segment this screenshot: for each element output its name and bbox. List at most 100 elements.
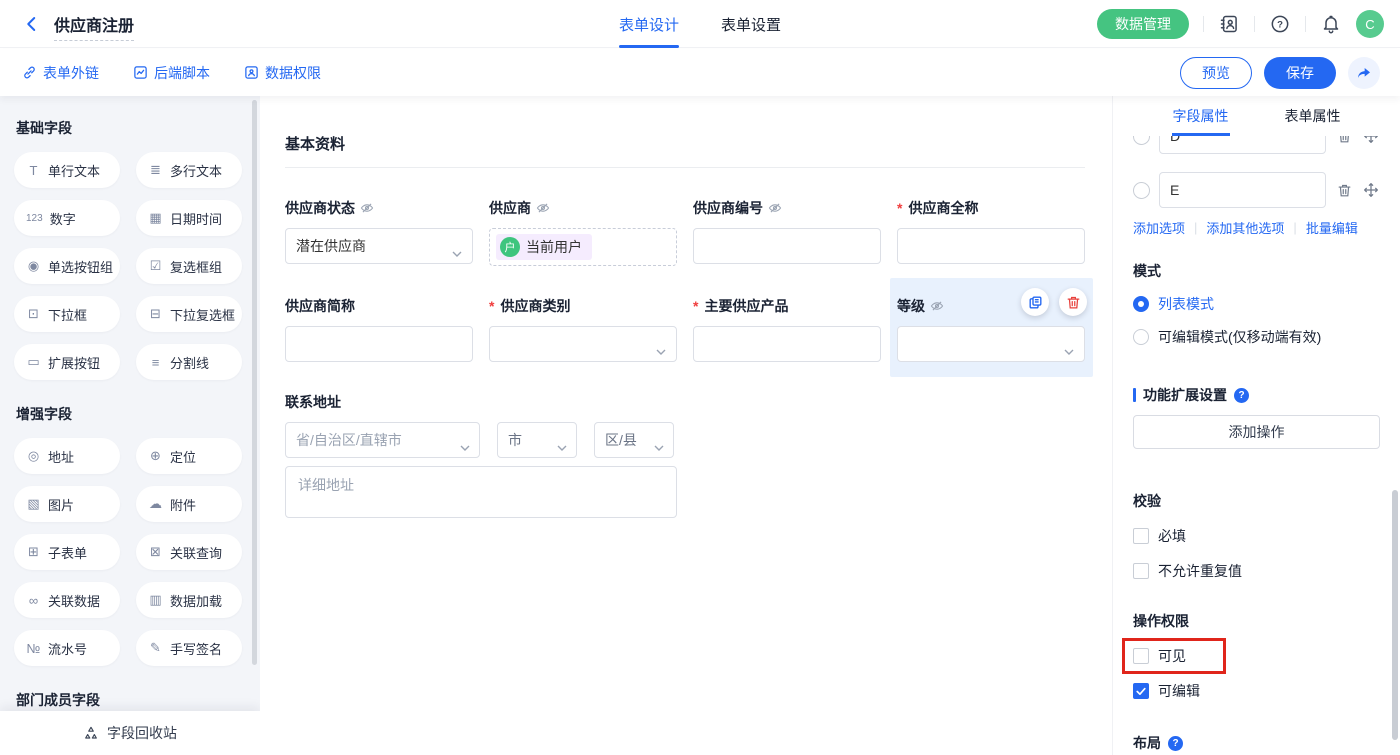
share-button[interactable] bbox=[1348, 57, 1380, 89]
save-button[interactable]: 保存 bbox=[1264, 57, 1336, 89]
help-badge-icon[interactable] bbox=[1168, 736, 1183, 751]
sidebar-item-subform[interactable]: ⊞子表单 bbox=[14, 534, 120, 570]
sidebar-item-linked-data[interactable]: ∞关联数据 bbox=[14, 582, 120, 618]
canvas-section-title[interactable]: 基本资料 bbox=[285, 133, 1085, 154]
field-supplier[interactable]: 供应商 户 当前用户 bbox=[489, 198, 677, 266]
sidebar-item-divider-line[interactable]: ≡分割线 bbox=[136, 344, 242, 380]
editable-checkbox[interactable]: 可编辑 bbox=[1133, 681, 1380, 701]
sidebar-item-dropdown[interactable]: ⊡下拉框 bbox=[14, 296, 120, 332]
svg-text:?: ? bbox=[1277, 20, 1283, 31]
field-supplier-code[interactable]: 供应商编号 bbox=[693, 198, 881, 266]
add-other-option-link[interactable]: 添加其他选项 bbox=[1206, 218, 1284, 237]
required-asterisk: * bbox=[693, 298, 698, 314]
sidebar-item-label: 地址 bbox=[48, 447, 74, 466]
properties-panel: 字段属性 表单属性 添加选项 | 添加其他选项 bbox=[1112, 96, 1400, 755]
address-book-icon[interactable] bbox=[1218, 13, 1240, 35]
city-select[interactable]: 市 bbox=[497, 422, 577, 458]
data-manage-button[interactable]: 数据管理 bbox=[1097, 9, 1189, 39]
supplier-fullname-input[interactable] bbox=[897, 228, 1085, 264]
field-supplier-shortname[interactable]: 供应商简称 bbox=[285, 296, 473, 362]
field-supplier-fullname[interactable]: *供应商全称 bbox=[897, 198, 1085, 266]
supplier-shortname-input[interactable] bbox=[285, 326, 473, 362]
sidebar-item-number[interactable]: 123数字 bbox=[14, 200, 120, 236]
tab-form-properties[interactable]: 表单属性 bbox=[1285, 96, 1341, 136]
main-products-input[interactable] bbox=[693, 326, 881, 362]
option-value-input[interactable] bbox=[1159, 136, 1326, 154]
tab-field-properties[interactable]: 字段属性 bbox=[1173, 96, 1229, 136]
panel-scrollbar[interactable] bbox=[1392, 490, 1398, 740]
required-checkbox[interactable]: 必填 bbox=[1133, 526, 1380, 546]
field-grade-selected[interactable]: 等级 bbox=[890, 278, 1093, 377]
field-label-text: 联系地址 bbox=[285, 392, 341, 412]
sidebar-item-label: 定位 bbox=[170, 447, 196, 466]
mode-editable-radio[interactable]: 可编辑模式(仅移动端有效) bbox=[1133, 327, 1380, 347]
sidebar-item-location[interactable]: ⊕定位 bbox=[136, 438, 242, 474]
field-label: 供应商编号 bbox=[693, 198, 881, 218]
sidebar-item-single-line-text[interactable]: T单行文本 bbox=[14, 152, 120, 188]
add-option-link[interactable]: 添加选项 bbox=[1133, 218, 1185, 237]
help-badge-icon[interactable] bbox=[1234, 388, 1249, 403]
sidebar-item-checkbox-group[interactable]: ☑复选框组 bbox=[136, 248, 242, 284]
user-avatar[interactable]: C bbox=[1356, 10, 1384, 38]
required-asterisk: * bbox=[897, 200, 902, 216]
field-supplier-status[interactable]: 供应商状态 潜在供应商 bbox=[285, 198, 473, 266]
sidebar-item-dropdown-multi[interactable]: ⊟下拉复选框 bbox=[136, 296, 242, 332]
option-value-input[interactable] bbox=[1159, 172, 1326, 208]
tab-form-design[interactable]: 表单设计 bbox=[619, 0, 679, 48]
visible-checkbox[interactable]: 可见 bbox=[1133, 646, 1380, 666]
mode-list-radio[interactable]: 列表模式 bbox=[1133, 294, 1380, 314]
hidden-eye-icon bbox=[536, 201, 550, 215]
batch-edit-link[interactable]: 批量编辑 bbox=[1306, 218, 1358, 237]
field-recycle-bin[interactable]: 字段回收站 bbox=[0, 711, 260, 755]
add-operation-button[interactable]: 添加操作 bbox=[1133, 415, 1380, 449]
field-supplier-category[interactable]: *供应商类别 bbox=[489, 296, 677, 362]
sidebar-item-address[interactable]: ◎地址 bbox=[14, 438, 120, 474]
help-icon[interactable]: ? bbox=[1269, 13, 1291, 35]
sidebar-item-datetime[interactable]: ▦日期时间 bbox=[136, 200, 242, 236]
delete-option-button[interactable] bbox=[1335, 136, 1353, 145]
duplicate-field-button[interactable] bbox=[1021, 288, 1049, 316]
delete-field-button[interactable] bbox=[1059, 288, 1087, 316]
sidebar-item-label: 关联查询 bbox=[170, 543, 222, 562]
option-radio[interactable] bbox=[1133, 136, 1150, 145]
sidebar-item-image[interactable]: ▧图片 bbox=[14, 486, 120, 522]
sidebar-item-lookup-query[interactable]: ⊠关联查询 bbox=[136, 534, 242, 570]
bell-icon[interactable] bbox=[1320, 13, 1342, 35]
option-radio[interactable] bbox=[1133, 182, 1150, 199]
data-permission-link[interactable]: 数据权限 bbox=[244, 63, 321, 83]
supplier-status-select[interactable]: 潜在供应商 bbox=[285, 228, 473, 264]
sidebar-item-radio-group[interactable]: ◉单选按钮组 bbox=[14, 248, 120, 284]
field-contact-address[interactable]: 联系地址 省/自治区/直辖市 市 区/县 bbox=[285, 392, 1085, 523]
sidebar-item-serial-number[interactable]: №流水号 bbox=[14, 630, 120, 666]
district-select[interactable]: 区/县 bbox=[594, 422, 674, 458]
sidebar-item-signature[interactable]: ✎手写签名 bbox=[136, 630, 242, 666]
sidebar-item-extension-button[interactable]: ▭扩展按钮 bbox=[14, 344, 120, 380]
supplier-user-box[interactable]: 户 当前用户 bbox=[489, 228, 677, 266]
field-main-products[interactable]: *主要供应产品 bbox=[693, 296, 881, 362]
drag-option-handle[interactable] bbox=[1362, 136, 1380, 145]
toolbar-link-label: 数据权限 bbox=[265, 63, 321, 83]
drag-option-handle[interactable] bbox=[1362, 181, 1380, 199]
backend-script-link[interactable]: 后端脚本 bbox=[133, 63, 210, 83]
supplier-category-select[interactable] bbox=[489, 326, 677, 362]
form-external-link[interactable]: 表单外链 bbox=[22, 63, 99, 83]
sidebar-item-attachment[interactable]: ☁附件 bbox=[136, 486, 242, 522]
delete-option-button[interactable] bbox=[1335, 181, 1353, 199]
user-tag-label: 当前用户 bbox=[526, 237, 582, 257]
grade-select[interactable] bbox=[897, 326, 1085, 362]
recycle-bin-label: 字段回收站 bbox=[107, 723, 177, 743]
field-label: 供应商 bbox=[489, 198, 677, 218]
sidebar-scrollbar[interactable] bbox=[252, 100, 257, 665]
no-duplicate-checkbox[interactable]: 不允许重复值 bbox=[1133, 561, 1380, 581]
select-placeholder: 省/自治区/直辖市 bbox=[296, 430, 402, 450]
sidebar-item-data-load[interactable]: ▥数据加载 bbox=[136, 582, 242, 618]
province-select[interactable]: 省/自治区/直辖市 bbox=[285, 422, 480, 458]
trash-icon bbox=[1337, 136, 1352, 144]
preview-button[interactable]: 预览 bbox=[1180, 57, 1252, 89]
linked-data-icon: ∞ bbox=[26, 593, 41, 608]
tab-form-settings[interactable]: 表单设置 bbox=[721, 0, 781, 48]
current-user-tag[interactable]: 户 当前用户 bbox=[496, 234, 592, 260]
sidebar-item-multi-line-text[interactable]: ≣多行文本 bbox=[136, 152, 242, 188]
detail-address-textarea[interactable] bbox=[285, 466, 677, 518]
supplier-code-input[interactable] bbox=[693, 228, 881, 264]
